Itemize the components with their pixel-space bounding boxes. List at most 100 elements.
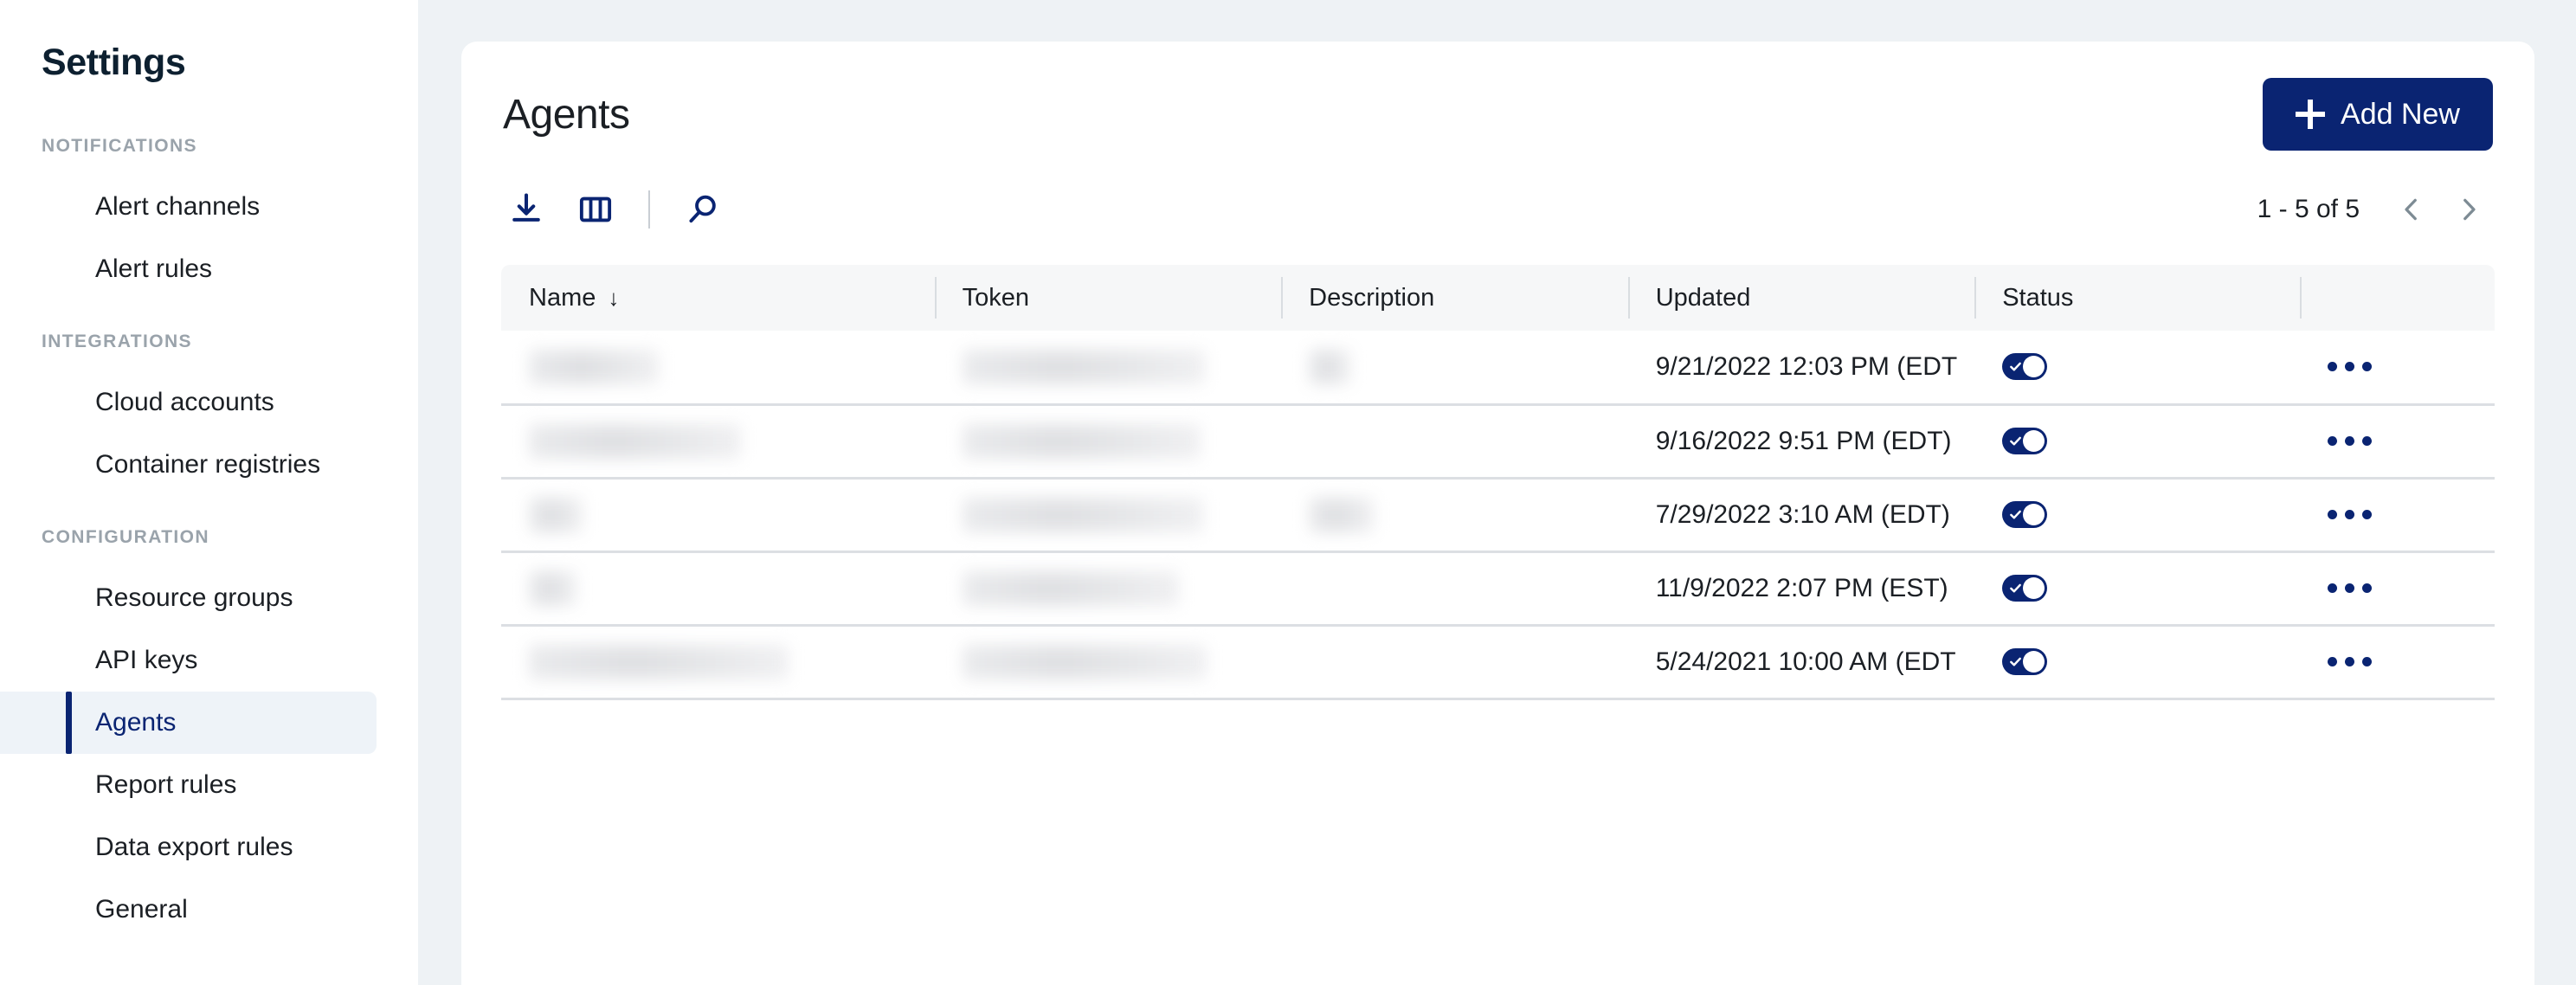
- more-options-button[interactable]: [2327, 583, 2372, 593]
- more-options-icon: [2361, 583, 2372, 593]
- redacted-value: [529, 497, 583, 532]
- agent-description-cell: [1281, 551, 1628, 627]
- agent-status-cell: [1974, 331, 2300, 406]
- more-options-icon: [2344, 510, 2354, 519]
- toggle-knob: [2023, 504, 2045, 525]
- more-options-icon: [2344, 657, 2354, 666]
- sidebar-group-label: INTEGRATIONS: [42, 332, 192, 351]
- agent-actions-cell: [2299, 478, 2495, 553]
- sidebar-item-container-registries[interactable]: Container registries: [0, 434, 377, 496]
- status-toggle[interactable]: [2002, 428, 2048, 454]
- next-page-button[interactable]: [2444, 185, 2493, 234]
- toolbar-actions: [503, 186, 726, 233]
- search-button[interactable]: [679, 186, 726, 233]
- sidebar-item-data-export-rules[interactable]: Data export rules: [0, 816, 377, 879]
- agent-actions-cell: [2299, 331, 2495, 406]
- sidebar-item-api-keys[interactable]: API keys: [0, 629, 377, 692]
- agent-token-cell: [934, 331, 1282, 406]
- agent-token-cell: [934, 478, 1282, 553]
- sort-arrow-icon: ↓: [608, 284, 620, 311]
- table-row[interactable]: 5/24/2021 10:00 AM (EDT: [501, 625, 2495, 700]
- sidebar-item-general[interactable]: General: [0, 879, 377, 941]
- redacted-value: [962, 349, 1205, 384]
- chevron-right-icon: [2463, 198, 2476, 221]
- table-header-row: Name ↓ Token Description Updated Status: [501, 265, 2495, 331]
- more-options-icon: [2327, 436, 2337, 446]
- more-options-icon: [2361, 510, 2372, 519]
- sidebar-item-resource-groups[interactable]: Resource groups: [0, 567, 377, 629]
- toggle-knob: [2023, 577, 2045, 599]
- sidebar-item-alert-channels[interactable]: Alert channels: [0, 176, 377, 238]
- previous-page-button[interactable]: [2387, 185, 2436, 234]
- sidebar-item-cloud-accounts[interactable]: Cloud accounts: [0, 371, 377, 434]
- agent-status-cell: [1974, 551, 2300, 627]
- sidebar-item-label: Report rules: [95, 770, 237, 799]
- column-header-description[interactable]: Description: [1281, 265, 1628, 331]
- more-options-button[interactable]: [2327, 436, 2372, 446]
- column-header-actions[interactable]: [2299, 265, 2495, 331]
- agent-updated-cell: 9/16/2022 9:51 PM (EDT): [1627, 404, 1975, 480]
- redacted-value: [529, 349, 659, 384]
- status-toggle[interactable]: [2002, 353, 2048, 381]
- agent-token-cell: [934, 551, 1282, 627]
- check-icon: [2010, 510, 2022, 519]
- sidebar-group-label: NOTIFICATIONS: [42, 136, 197, 156]
- sidebar-item-alert-rules[interactable]: Alert rules: [0, 238, 377, 300]
- redacted-value: [962, 644, 1207, 679]
- redacted-value: [529, 644, 789, 679]
- sidebar-group: INTEGRATIONS Cloud accounts Container regi…: [0, 332, 418, 496]
- agent-status-cell: [1974, 625, 2300, 700]
- redacted-value: [1309, 497, 1375, 532]
- column-header-label: Token: [962, 283, 1030, 312]
- more-options-button[interactable]: [2327, 510, 2372, 519]
- status-toggle[interactable]: [2002, 575, 2048, 602]
- column-header-name[interactable]: Name ↓: [501, 265, 935, 331]
- table-toolbar: 1 - 5 of 5: [461, 151, 2534, 234]
- column-header-token[interactable]: Token: [934, 265, 1282, 331]
- sidebar-item-agents[interactable]: Agents: [0, 692, 377, 754]
- plus-icon: [2296, 100, 2326, 129]
- toggle-knob: [2023, 356, 2045, 378]
- sidebar-item-report-rules[interactable]: Report rules: [0, 754, 377, 816]
- table-row[interactable]: 9/16/2022 9:51 PM (EDT): [501, 404, 2495, 480]
- more-options-icon: [2327, 362, 2337, 372]
- more-options-icon: [2344, 583, 2354, 593]
- table-row[interactable]: 7/29/2022 3:10 AM (EDT): [501, 478, 2495, 553]
- table-row[interactable]: 11/9/2022 2:07 PM (EST): [501, 551, 2495, 627]
- sidebar-item-label: Cloud accounts: [95, 388, 274, 416]
- sidebar-item-label: Alert rules: [95, 254, 213, 283]
- download-button[interactable]: [503, 186, 550, 233]
- redacted-value: [1309, 349, 1351, 384]
- check-icon: [2010, 362, 2022, 371]
- agent-token-cell: [934, 404, 1282, 480]
- agents-table-wrapper: Name ↓ Token Description Updated Status 9/21/…: [461, 234, 2534, 700]
- app-root: Settings NOTIFICATIONS Alert channels Aler…: [0, 0, 2576, 985]
- agent-actions-cell: [2299, 625, 2495, 700]
- add-new-button[interactable]: Add New: [2263, 78, 2493, 151]
- more-options-button[interactable]: [2327, 657, 2372, 666]
- agent-description-cell: [1281, 331, 1628, 406]
- sidebar-item-label: Alert channels: [95, 192, 261, 221]
- columns-icon: [579, 196, 612, 222]
- sidebar-item-label: API keys: [95, 646, 198, 674]
- column-header-label: Updated: [1655, 283, 1751, 312]
- status-toggle[interactable]: [2002, 501, 2048, 528]
- more-options-button[interactable]: [2327, 362, 2372, 372]
- status-toggle[interactable]: [2002, 648, 2048, 675]
- agent-name-cell: [501, 478, 935, 553]
- table-body: 9/21/2022 12:03 PM (EDT 9/16/2022 9:51 PM…: [501, 331, 2495, 700]
- pagination: 1 - 5 of 5: [2257, 185, 2493, 234]
- column-header-status[interactable]: Status: [1974, 265, 2300, 331]
- sidebar-group: CONFIGURATION Resource groups API keys Agen…: [0, 527, 418, 941]
- redacted-value: [962, 570, 1179, 606]
- agent-token-cell: [934, 625, 1282, 700]
- more-options-icon: [2344, 436, 2354, 446]
- agent-description-cell: [1281, 404, 1628, 480]
- add-new-label: Add New: [2341, 97, 2460, 131]
- column-header-updated[interactable]: Updated: [1627, 265, 1975, 331]
- table-row[interactable]: 9/21/2022 12:03 PM (EDT: [501, 331, 2495, 406]
- sidebar-item-label: Resource groups: [95, 583, 293, 612]
- columns-button[interactable]: [572, 186, 619, 233]
- sidebar-item-label: Data export rules: [95, 833, 293, 861]
- agent-name-cell: [501, 331, 935, 406]
